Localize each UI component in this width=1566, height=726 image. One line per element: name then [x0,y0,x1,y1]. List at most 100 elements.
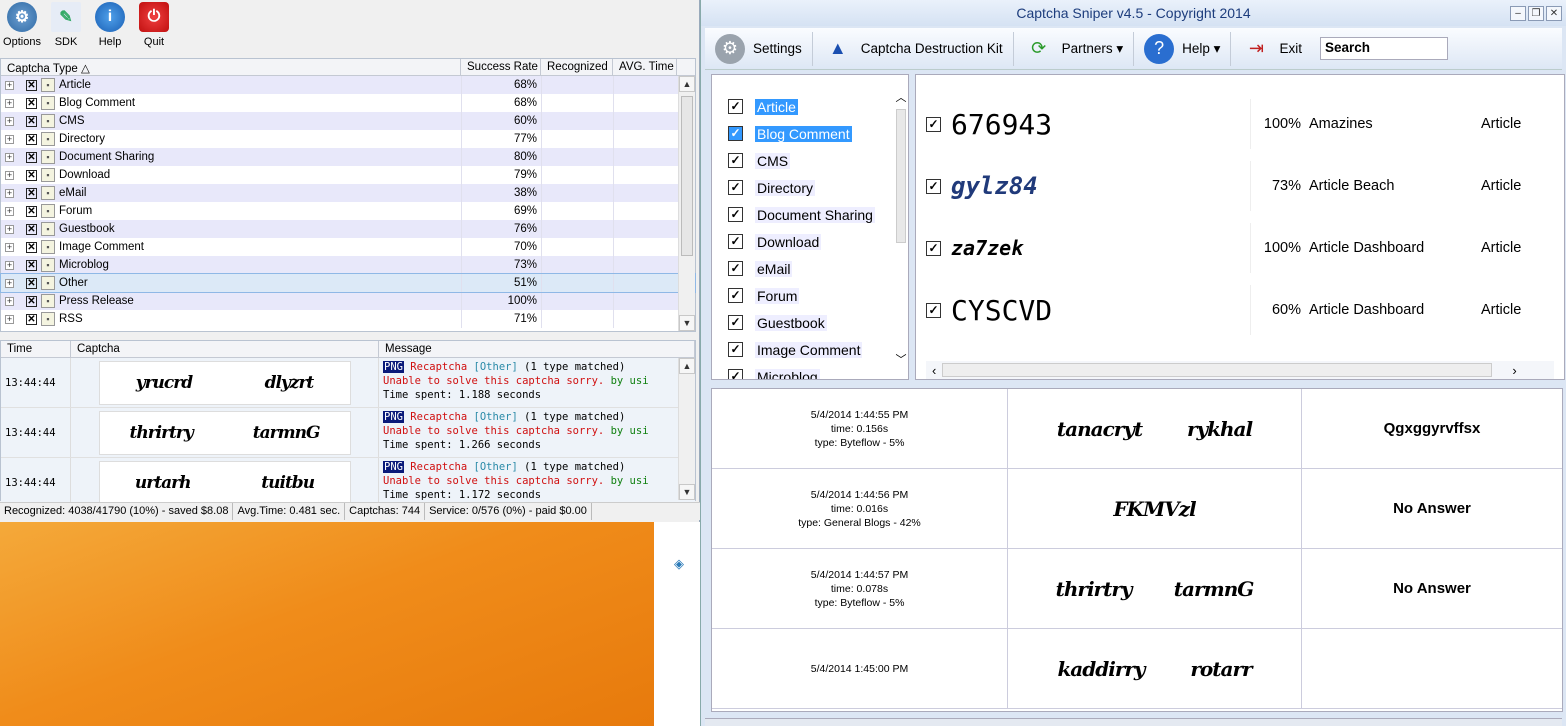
row-checkbox[interactable]: ✕ [26,187,37,199]
history-row[interactable]: 5/4/2014 1:44:56 PM time: 0.016s type: Gen… [712,469,1562,549]
row-checkbox[interactable]: ✕ [26,133,37,145]
row-checkbox[interactable]: ✕ [26,277,37,289]
expand-icon[interactable]: + [5,116,14,126]
table-row[interactable]: + ✕ ▪ eMail 38% [1,184,695,202]
options-button[interactable]: ⚙ Options [0,2,44,48]
row-checkbox[interactable]: ✕ [26,115,37,127]
row-checkbox[interactable]: ✕ [26,151,37,163]
result-checkbox[interactable]: ✓ [926,178,941,194]
history-row[interactable]: 5/4/2014 1:45:00 PM kaddirry rotarr [712,629,1562,709]
quit-button[interactable]: ⏻ Quit [132,2,176,48]
table-row[interactable]: + ✕ ▪ Article 68% [1,76,695,94]
help-button[interactable]: i Help [88,2,132,48]
sdk-button[interactable]: ✎ SDK [44,2,88,48]
result-checkbox[interactable]: ✓ [926,302,941,318]
col-captcha[interactable]: Captcha [71,341,379,357]
log-scrollbar[interactable]: ▲ ▼ [678,358,695,500]
row-checkbox[interactable]: ✕ [26,205,37,217]
expand-icon[interactable]: + [5,170,14,180]
expand-icon[interactable]: + [5,98,14,108]
history-row[interactable]: 5/4/2014 1:44:55 PM time: 0.156s type: Byt… [712,389,1562,469]
row-checkbox[interactable]: ✕ [26,259,37,271]
minimize-icon[interactable]: – [1510,6,1526,21]
expand-icon[interactable]: + [5,314,14,324]
category-item[interactable]: ✓ Blog Comment [712,120,908,147]
settings-button[interactable]: ⚙ Settings [705,31,813,66]
category-checkbox[interactable]: ✓ [728,315,743,330]
desktop-icon[interactable]: ◈ [674,556,690,572]
log-row[interactable]: 13:44:44 thrirtry tarmnG PNG Recaptcha [Oth… [1,408,695,458]
category-item[interactable]: ✓ Download [712,228,908,255]
scroll-up-icon[interactable]: ︿ [894,89,908,105]
results-hscrollbar[interactable]: ‹ › [926,361,1554,379]
row-checkbox[interactable]: ✕ [26,79,37,91]
col-avg-time[interactable]: AVG. Time [613,59,677,75]
destruction-kit-button[interactable]: ▲ Captcha Destruction Kit [813,31,1014,66]
restore-icon[interactable]: ❐ [1528,6,1544,21]
result-checkbox[interactable]: ✓ [926,240,941,256]
category-item[interactable]: ✓ Article [712,93,908,120]
scroll-thumb[interactable] [896,109,906,243]
category-scrollbar[interactable]: ︿ ﹀ [894,89,908,379]
row-checkbox[interactable]: ✕ [26,97,37,109]
category-checkbox[interactable]: ✓ [728,180,743,195]
table-row[interactable]: + ✕ ▪ Guestbook 76% [1,220,695,238]
table-row[interactable]: + ✕ ▪ Microblog 73% [1,256,695,274]
category-item[interactable]: ✓ Forum [712,282,908,309]
scroll-down-icon[interactable]: ▼ [679,315,695,331]
expand-icon[interactable]: + [5,206,14,216]
result-checkbox[interactable]: ✓ [926,116,941,132]
expand-icon[interactable]: + [5,188,14,198]
category-item[interactable]: ✓ Guestbook [712,309,908,336]
expand-icon[interactable]: + [5,278,14,288]
expand-icon[interactable]: + [5,260,14,270]
table-row[interactable]: + ✕ ▪ Forum 69% [1,202,695,220]
log-row[interactable]: 13:44:44 yrucrd dlyzrt PNG Recaptcha [Other… [1,358,695,408]
row-checkbox[interactable]: ✕ [26,313,37,325]
row-checkbox[interactable]: ✕ [26,295,37,307]
scroll-up-icon[interactable]: ▲ [679,76,695,92]
table-row[interactable]: + ✕ ▪ Blog Comment 68% [1,94,695,112]
scroll-left-icon[interactable]: ‹ [926,363,942,378]
close-icon[interactable]: ✕ [1546,6,1562,21]
col-message[interactable]: Message [379,341,695,357]
help-menu-button[interactable]: ? Help ▾ [1134,31,1232,66]
scroll-up-icon[interactable]: ▲ [679,358,695,374]
category-checkbox[interactable]: ✓ [728,126,743,141]
scroll-right-icon[interactable]: › [1492,363,1536,378]
col-captcha-type[interactable]: Captcha Type △ [1,59,461,75]
category-checkbox[interactable]: ✓ [728,342,743,357]
table-row[interactable]: + ✕ ▪ RSS 71% [1,310,695,328]
grid-scrollbar[interactable]: ▲ ▼ [678,76,695,331]
category-item[interactable]: ✓ CMS [712,147,908,174]
search-input[interactable]: Search [1319,37,1448,60]
history-row[interactable]: 5/4/2014 1:44:57 PM time: 0.078s type: Byt… [712,549,1562,629]
expand-icon[interactable]: + [5,152,14,162]
result-row[interactable]: ✓ 676943 100% Amazines Article [926,93,1564,155]
category-checkbox[interactable]: ✓ [728,207,743,222]
row-checkbox[interactable]: ✕ [26,169,37,181]
expand-icon[interactable]: + [5,80,14,90]
col-success-rate[interactable]: Success Rate [461,59,541,75]
result-row[interactable]: ✓ gylz84 73% Article Beach Article [926,155,1564,217]
expand-icon[interactable]: + [5,224,14,234]
partners-button[interactable]: ⟳ Partners ▾ [1014,31,1135,66]
scroll-down-icon[interactable]: ﹀ [894,351,908,367]
row-checkbox[interactable]: ✕ [26,241,37,253]
scroll-down-icon[interactable]: ▼ [679,484,695,500]
table-row[interactable]: + ✕ ▪ Directory 77% [1,130,695,148]
scroll-thumb[interactable] [681,96,693,256]
category-checkbox[interactable]: ✓ [728,99,743,114]
expand-icon[interactable]: + [5,296,14,306]
category-item[interactable]: ✓ Image Comment [712,336,908,363]
category-item[interactable]: ✓ eMail [712,255,908,282]
category-checkbox[interactable]: ✓ [728,153,743,168]
category-checkbox[interactable]: ✓ [728,261,743,276]
expand-icon[interactable]: + [5,134,14,144]
expand-icon[interactable]: + [5,242,14,252]
scroll-thumb[interactable] [942,363,1493,377]
category-checkbox[interactable]: ✓ [728,369,743,379]
table-row[interactable]: + ✕ ▪ CMS 60% [1,112,695,130]
exit-button[interactable]: ⇥ Exit [1231,32,1312,66]
category-item[interactable]: ✓ Directory [712,174,908,201]
